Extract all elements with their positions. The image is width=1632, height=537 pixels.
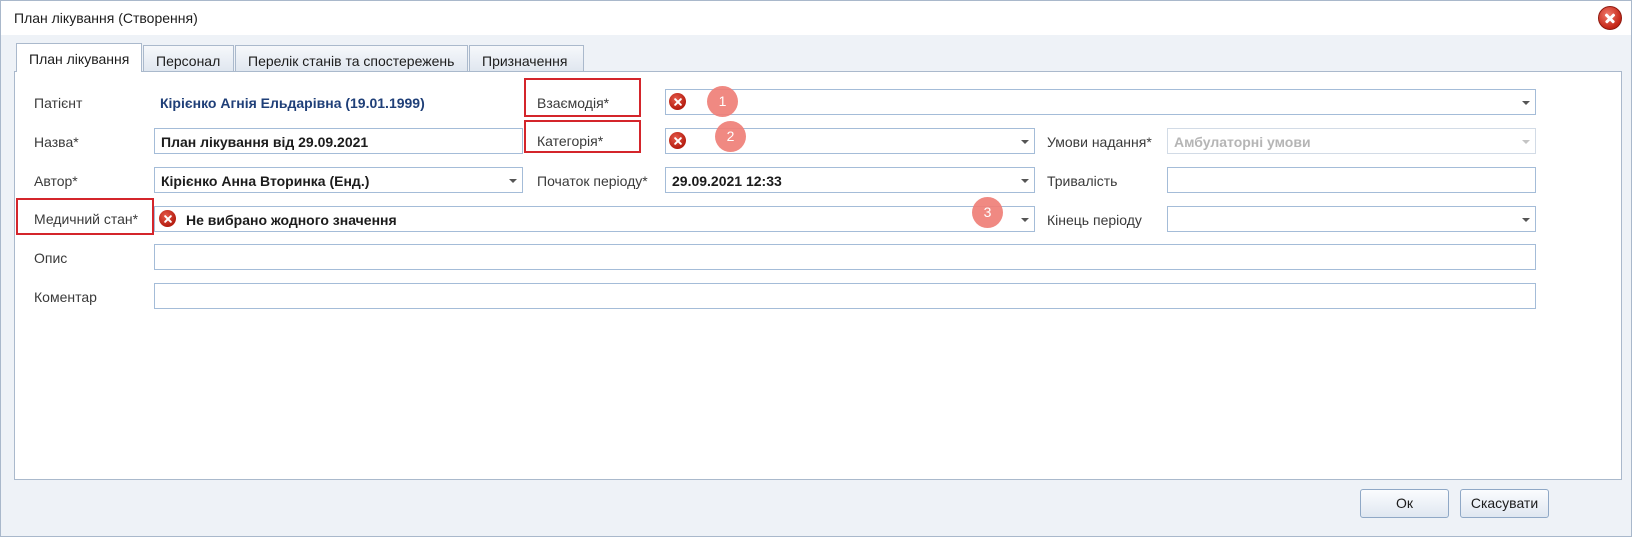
period-end-picker[interactable] — [1167, 206, 1536, 232]
annotation-badge-1: 1 — [707, 86, 738, 117]
chevron-down-icon[interactable] — [1021, 140, 1029, 144]
period-start-label: Початок періоду* — [537, 173, 648, 189]
provision-conditions-select: Амбулаторні умови — [1167, 128, 1536, 154]
annotation-badge-3: 3 — [972, 197, 1003, 228]
comment-input[interactable] — [154, 283, 1536, 309]
author-select-value: Кірієнко Анна Вторинка (Енд.) — [161, 173, 370, 189]
patient-value[interactable]: Кірієнко Агнія Ельдарівна (19.01.1999) — [160, 95, 425, 111]
name-label: Назва* — [34, 134, 79, 150]
description-label: Опис — [34, 250, 68, 266]
chevron-down-icon[interactable] — [1021, 218, 1029, 222]
tab-conditions-observations[interactable]: Перелік станів та спостережень — [235, 45, 468, 72]
comment-label: Коментар — [34, 289, 97, 305]
highlight-box-interaction — [524, 78, 641, 117]
tab-personnel[interactable]: Персонал — [143, 45, 234, 72]
medical-condition-value: Не вибрано жодного значення — [186, 212, 397, 228]
author-select[interactable]: Кірієнко Анна Вторинка (Енд.) — [154, 167, 523, 193]
provision-conditions-label: Умови надання* — [1047, 134, 1152, 150]
period-start-value: 29.09.2021 12:33 — [672, 173, 782, 189]
patient-label: Патієнт — [34, 95, 83, 111]
highlight-box-category — [524, 120, 641, 153]
error-icon — [159, 210, 176, 227]
ok-button[interactable]: Ок — [1360, 489, 1449, 518]
cancel-button[interactable]: Скасувати — [1460, 489, 1549, 518]
author-label: Автор* — [34, 173, 78, 189]
duration-input[interactable] — [1167, 167, 1536, 193]
duration-label: Тривалість — [1047, 173, 1118, 189]
window-title: План лікування (Створення) — [14, 10, 198, 26]
chevron-down-icon[interactable] — [1522, 101, 1530, 105]
interaction-select[interactable] — [665, 89, 1536, 115]
chevron-down-icon[interactable] — [1522, 218, 1530, 222]
provision-conditions-value: Амбулаторні умови — [1174, 134, 1311, 150]
title-bar: План лікування (Створення) — [1, 1, 1631, 35]
period-end-label: Кінець періоду — [1047, 212, 1142, 228]
name-input-value: План лікування від 29.09.2021 — [161, 134, 369, 150]
chevron-down-icon[interactable] — [509, 179, 517, 183]
chevron-down-icon — [1522, 140, 1530, 144]
annotation-badge-2: 2 — [715, 121, 746, 152]
name-input[interactable]: План лікування від 29.09.2021 — [154, 128, 523, 154]
dialog-window: План лікування (Створення) План лікуванн… — [0, 0, 1632, 537]
tab-prescriptions[interactable]: Призначення — [469, 45, 584, 72]
medical-condition-select[interactable]: Не вибрано жодного значення — [154, 206, 1035, 232]
close-icon[interactable] — [1598, 6, 1622, 30]
error-icon — [669, 132, 686, 149]
tab-treatment-plan[interactable]: План лікування — [16, 43, 142, 72]
highlight-box-medical-condition — [16, 198, 154, 235]
period-start-picker[interactable]: 29.09.2021 12:33 — [665, 167, 1035, 193]
error-icon — [669, 93, 686, 110]
description-input[interactable] — [154, 244, 1536, 270]
chevron-down-icon[interactable] — [1021, 179, 1029, 183]
